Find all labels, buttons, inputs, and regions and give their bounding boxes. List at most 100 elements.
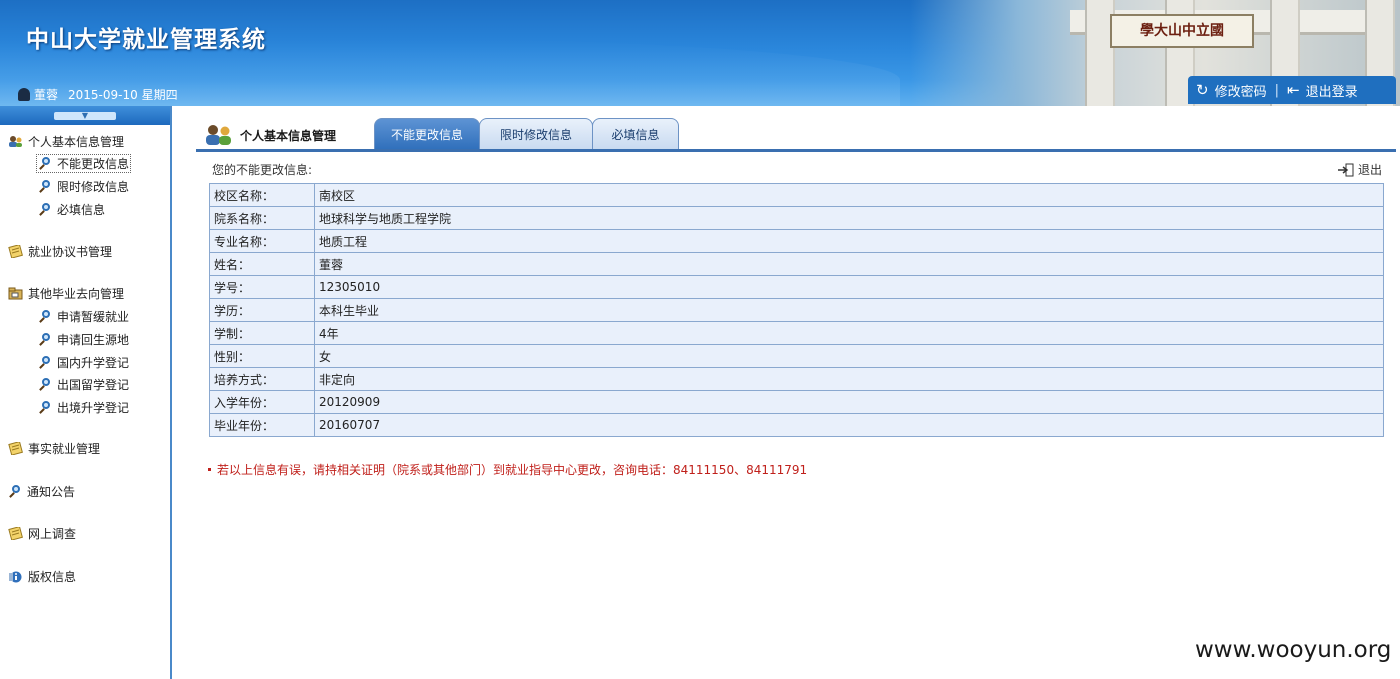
field-label: 学历： bbox=[209, 298, 315, 322]
user-icon bbox=[18, 88, 30, 101]
field-label: 专业名称： bbox=[209, 229, 315, 253]
notepad-icon bbox=[8, 245, 23, 258]
sidebar-group-other-destinations[interactable]: 其他毕业去向管理 bbox=[8, 285, 124, 302]
gate-plaque: 學大山中立國 bbox=[1110, 14, 1254, 48]
sidebar-group-label: 个人基本信息管理 bbox=[28, 135, 125, 149]
table-row: 姓名： 董蓉 bbox=[209, 252, 1384, 276]
field-label: 性别： bbox=[209, 344, 315, 368]
current-date: 2015-09-10 星期四 bbox=[68, 88, 178, 102]
collapse-handle[interactable]: ▼ bbox=[54, 111, 116, 120]
sidebar-group-label: 事实就业管理 bbox=[28, 442, 101, 456]
logout-icon: ⇤ bbox=[1286, 81, 1300, 99]
info-icon bbox=[9, 571, 22, 583]
field-label: 毕业年份： bbox=[209, 413, 315, 437]
sidebar-collapse-bar[interactable]: ▼ bbox=[0, 106, 170, 125]
tab-baseline bbox=[196, 149, 1396, 152]
top-action-bar: ↻ 修改密码 | ⇤ 退出登录 bbox=[1188, 76, 1396, 104]
sidebar-group-agreement[interactable]: 就业协议书管理 bbox=[8, 243, 112, 260]
sidebar-item-label: 申请回生源地 bbox=[57, 333, 130, 347]
table-row: 学制： 4年 bbox=[209, 321, 1384, 345]
sidebar-group-label: 版权信息 bbox=[28, 570, 77, 584]
field-value: 20120909 bbox=[314, 390, 1384, 414]
sidebar-item-domestic-study[interactable]: 国内升学登记 bbox=[36, 353, 131, 372]
table-row: 校区名称： 南校区 bbox=[209, 183, 1384, 207]
sidebar-item-defer-employment[interactable]: 申请暂缓就业 bbox=[36, 307, 131, 326]
sidebar-group-copyright[interactable]: 版权信息 bbox=[8, 568, 76, 585]
exit-door-icon bbox=[1337, 163, 1354, 176]
users-icon bbox=[206, 125, 231, 145]
field-label: 校区名称： bbox=[209, 183, 315, 207]
tab-required[interactable]: 必填信息 bbox=[592, 118, 679, 150]
notepad-icon bbox=[8, 527, 23, 540]
field-label: 学制： bbox=[209, 321, 315, 345]
field-label: 学号： bbox=[209, 275, 315, 299]
table-row: 性别：女 bbox=[209, 344, 1384, 368]
table-row: 学号： 12305010 bbox=[209, 275, 1384, 299]
field-value: 女 bbox=[314, 344, 1384, 368]
table-row: 学历： 本科生毕业 bbox=[209, 298, 1384, 322]
tab-cannot-change[interactable]: 不能更改信息 bbox=[374, 118, 480, 150]
watermark: www.wooyun.org bbox=[1195, 637, 1392, 663]
sidebar-item-label: 不能更改信息 bbox=[57, 157, 130, 171]
change-password-button[interactable]: ↻ 修改密码 bbox=[1188, 81, 1275, 100]
change-password-label: 修改密码 bbox=[1214, 84, 1267, 100]
field-value: 南校区 bbox=[314, 183, 1384, 207]
magnifier-icon bbox=[38, 377, 52, 392]
exit-button[interactable]: 退出 bbox=[1337, 161, 1382, 178]
field-value: 4年 bbox=[314, 321, 1384, 345]
sidebar-item-label: 出境升学登记 bbox=[57, 401, 130, 415]
section-title-label: 个人基本信息管理 bbox=[240, 128, 337, 143]
sidebar-item-overseas-study[interactable]: 出境升学登记 bbox=[36, 398, 131, 417]
magnifier-icon bbox=[38, 156, 52, 171]
sidebar-item-label: 国内升学登记 bbox=[57, 356, 130, 370]
field-value: 董蓉 bbox=[314, 252, 1384, 276]
table-row: 毕业年份： 20160707 bbox=[209, 413, 1384, 437]
header-banner: 中山大学就业管理系统 董蓉 2015-09-10 星期四 學大山中立國 ↻ 修改… bbox=[0, 0, 1400, 106]
tab-bar: 个人基本信息管理 不能更改信息 限时修改信息 必填信息 bbox=[196, 115, 1396, 153]
sidebar-item-time-limited[interactable]: 限时修改信息 bbox=[36, 177, 131, 196]
user-info: 董蓉 2015-09-10 星期四 bbox=[18, 86, 178, 103]
sidebar-item-label: 出国留学登记 bbox=[57, 378, 130, 392]
sidebar-item-required[interactable]: 必填信息 bbox=[36, 200, 107, 219]
bullet-icon bbox=[208, 468, 211, 471]
table-row: 入学年份： 20120909 bbox=[209, 390, 1384, 414]
refresh-icon: ↻ bbox=[1196, 81, 1209, 99]
sidebar: ▼ 个人基本信息管理 不能更改信息 限时修改信息 必填信息 就业协议书管理 其他… bbox=[0, 106, 172, 679]
users-icon bbox=[9, 136, 22, 147]
magnifier-icon bbox=[38, 309, 52, 324]
exit-label: 退出 bbox=[1357, 163, 1382, 177]
correction-note-text: 若以上信息有误，请持相关证明（院系或其他部门）到就业指导中心更改，咨询电话：84… bbox=[217, 463, 808, 477]
field-label: 入学年份： bbox=[209, 390, 315, 414]
tab-time-limited[interactable]: 限时修改信息 bbox=[479, 118, 593, 150]
magnifier-icon bbox=[38, 332, 52, 347]
field-value: 本科生毕业 bbox=[314, 298, 1384, 322]
sidebar-item-cannot-change[interactable]: 不能更改信息 bbox=[36, 154, 132, 173]
field-value: 12305010 bbox=[314, 275, 1384, 299]
field-label: 培养方式： bbox=[209, 367, 315, 391]
sidebar-item-label: 限时修改信息 bbox=[57, 180, 130, 194]
magnifier-icon bbox=[38, 179, 52, 194]
sidebar-group-personal-info[interactable]: 个人基本信息管理 bbox=[8, 133, 124, 150]
sidebar-item-return-origin[interactable]: 申请回生源地 bbox=[36, 330, 131, 349]
field-label: 院系名称： bbox=[209, 206, 315, 230]
content-header-text: 您的不能更改信息: bbox=[212, 163, 313, 177]
magnifier-icon bbox=[38, 400, 52, 415]
logout-label: 退出登录 bbox=[1305, 84, 1358, 100]
sidebar-item-study-abroad[interactable]: 出国留学登记 bbox=[36, 375, 131, 394]
sidebar-group-notices[interactable]: 通知公告 bbox=[8, 483, 75, 500]
notepad-icon bbox=[8, 442, 23, 455]
info-table: 校区名称： 南校区 院系名称： 地球科学与地质工程学院 专业名称： 地质工程 姓名： 董蓉 学号… bbox=[209, 183, 1384, 437]
magnifier-icon bbox=[38, 202, 52, 217]
sidebar-item-label: 必填信息 bbox=[57, 203, 106, 217]
field-value: 地球科学与地质工程学院 bbox=[314, 206, 1384, 230]
section-title: 个人基本信息管理 bbox=[204, 123, 336, 147]
sidebar-group-actual-employment[interactable]: 事实就业管理 bbox=[8, 440, 100, 457]
field-value: 地质工程 bbox=[314, 229, 1384, 253]
magnifier-icon bbox=[8, 484, 22, 499]
table-row: 培养方式： 非定向 bbox=[209, 367, 1384, 391]
folder-icon bbox=[8, 287, 23, 300]
sidebar-group-label: 网上调查 bbox=[28, 527, 77, 541]
sidebar-group-survey[interactable]: 网上调查 bbox=[8, 525, 76, 542]
correction-note: 若以上信息有误，请持相关证明（院系或其他部门）到就业指导中心更改，咨询电话：84… bbox=[208, 461, 807, 478]
logout-button[interactable]: ⇤ 退出登录 bbox=[1279, 81, 1366, 100]
